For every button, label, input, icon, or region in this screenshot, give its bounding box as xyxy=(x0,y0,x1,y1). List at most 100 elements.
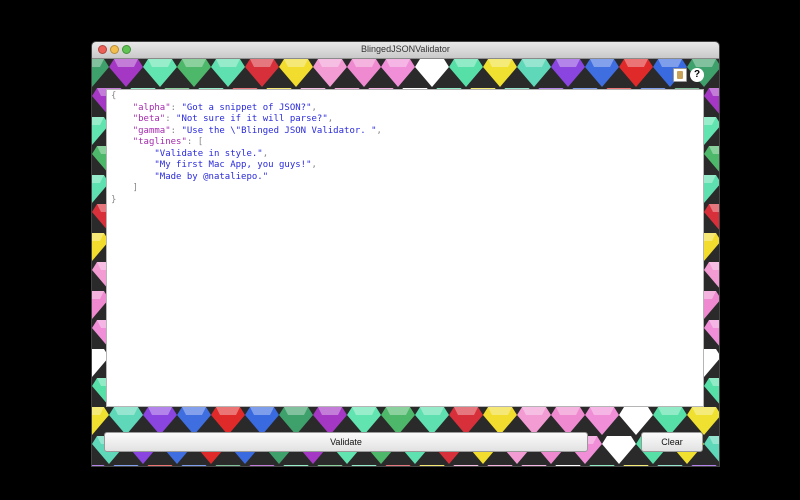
json-string: "Use the \"Blinged JSON Validator. " xyxy=(181,125,377,136)
gem-icon xyxy=(487,465,513,466)
gem-icon xyxy=(211,407,245,435)
title-bar[interactable]: BlingedJSONValidator xyxy=(92,42,719,59)
gem-icon xyxy=(249,465,275,466)
json-string: "Made by @nataliepo." xyxy=(154,171,269,182)
gem-icon xyxy=(245,59,279,87)
json-key: "taglines" xyxy=(132,137,187,147)
code-line: "alpha": "Got a snippet of JSON?", xyxy=(111,103,699,115)
json-punct xyxy=(111,103,133,113)
gem-icon xyxy=(317,465,343,466)
json-punct: , xyxy=(311,102,317,113)
json-punct: , xyxy=(376,125,382,136)
gem-icon xyxy=(551,59,585,87)
json-punct xyxy=(111,126,133,136)
gem-icon xyxy=(347,59,381,87)
gem-icon xyxy=(92,465,105,466)
gem-icon xyxy=(555,465,581,466)
gem-icon xyxy=(704,320,719,346)
gem-icon xyxy=(92,59,109,87)
book-icon[interactable] xyxy=(673,68,687,82)
gem-icon xyxy=(521,465,547,466)
gem-icon xyxy=(704,436,719,462)
gem-icon xyxy=(415,59,449,87)
gem-icon xyxy=(181,465,207,466)
gem-icon xyxy=(283,465,309,466)
json-punct: : xyxy=(165,114,177,124)
gem-icon xyxy=(351,465,377,466)
json-punct xyxy=(111,137,133,147)
json-punct: } xyxy=(111,194,117,205)
gem-icon xyxy=(687,407,719,435)
gem-icon xyxy=(704,146,719,172)
code-line: "taglines": [ xyxy=(111,137,699,149)
code-line: "My first Mac App, you guys!", xyxy=(111,160,699,172)
json-punct: , xyxy=(327,114,334,124)
gem-icon xyxy=(585,59,619,87)
gem-icon xyxy=(691,465,717,466)
gem-icon xyxy=(109,407,143,435)
code-line: "beta": "Not sure if it will parse?", xyxy=(111,114,699,126)
gem-icon xyxy=(143,407,177,435)
json-punct: , xyxy=(311,160,317,170)
json-key: "alpha" xyxy=(132,102,171,113)
json-punct xyxy=(111,114,133,124)
gem-icon xyxy=(279,59,313,87)
gem-icon xyxy=(415,407,449,435)
gem-icon xyxy=(657,465,683,466)
gem-icon xyxy=(385,465,411,466)
gem-icon xyxy=(619,59,653,87)
gem-icon xyxy=(483,407,517,435)
gem-icon xyxy=(215,465,241,466)
gem-icon xyxy=(279,407,313,435)
gem-icon xyxy=(704,378,719,404)
json-string: "Got a snippet of JSON?" xyxy=(181,102,312,113)
code-line: "Made by @nataliepo." xyxy=(111,172,699,184)
gem-icon xyxy=(619,407,653,435)
gem-icon xyxy=(381,407,415,435)
code-line: "gamma": "Use the \"Blinged JSON Validat… xyxy=(111,126,699,138)
json-punct xyxy=(111,172,154,182)
gem-icon xyxy=(517,59,551,87)
gem-icon xyxy=(453,465,479,466)
json-punct: : [ xyxy=(186,137,204,147)
gem-icon xyxy=(589,465,615,466)
gem-icon xyxy=(92,407,109,435)
json-key: "beta" xyxy=(132,114,166,124)
json-punct: : xyxy=(170,102,182,113)
gem-icon xyxy=(113,465,139,466)
json-punct xyxy=(111,149,154,159)
json-punct: { xyxy=(111,91,117,101)
gem-icon xyxy=(551,407,585,435)
json-text-area[interactable]: { "alpha": "Got a snippet of JSON?", "be… xyxy=(106,89,704,407)
gem-icon xyxy=(313,59,347,87)
json-punct: ] xyxy=(111,183,139,193)
clear-button[interactable]: Clear xyxy=(641,432,703,452)
json-punct: : xyxy=(170,125,182,136)
gem-icon xyxy=(419,465,445,466)
gem-icon xyxy=(449,59,483,87)
gem-icon xyxy=(483,59,517,87)
json-key: "gamma" xyxy=(132,125,171,136)
validate-button[interactable]: Validate xyxy=(104,432,588,452)
gem-icon xyxy=(147,465,173,466)
gem-icon xyxy=(704,88,719,114)
gem-icon xyxy=(704,204,719,230)
json-string: "My first Mac App, you guys!" xyxy=(154,160,312,170)
window-title: BlingedJSONValidator xyxy=(361,44,450,54)
gem-icon xyxy=(177,407,211,435)
json-punct xyxy=(111,160,154,170)
gem-icon xyxy=(143,59,177,87)
gem-icon xyxy=(109,59,143,87)
code-line: } xyxy=(111,195,699,207)
json-string: "Not sure if it will parse?" xyxy=(176,114,328,124)
code-line: "Validate in style.", xyxy=(111,149,699,161)
gem-icon xyxy=(347,407,381,435)
json-punct: , xyxy=(262,148,269,159)
gem-icon xyxy=(653,407,687,435)
gem-icon xyxy=(381,59,415,87)
app-window: BlingedJSONValidator ? { "alpha": "Got a… xyxy=(92,42,719,466)
code-line: { xyxy=(111,91,699,103)
gem-icon xyxy=(623,465,649,466)
gem-icon xyxy=(517,407,551,435)
help-icon[interactable]: ? xyxy=(690,68,704,82)
